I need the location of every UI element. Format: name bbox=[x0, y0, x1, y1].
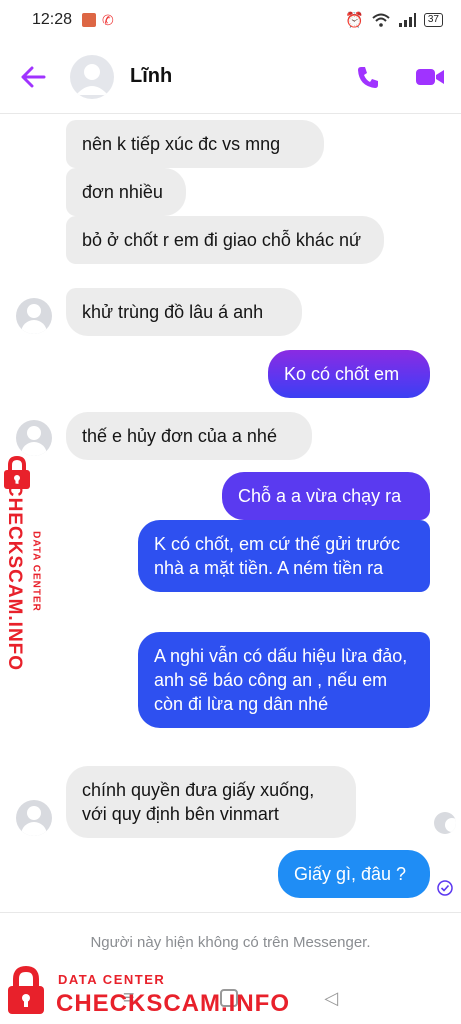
wifi-icon bbox=[372, 13, 390, 27]
message-incoming[interactable]: thế e hủy đơn của a nhé bbox=[66, 412, 312, 460]
message-incoming[interactable]: chính quyền đưa giấy xuống, với quy định… bbox=[66, 766, 356, 838]
message-incoming[interactable]: khử trùng đồ lâu á anh bbox=[66, 288, 302, 336]
app-notification-icon bbox=[82, 13, 97, 27]
watermark-line2: CHECKSCAM.INFO bbox=[4, 482, 25, 672]
watermark-line1: DATA CENTER bbox=[30, 531, 42, 612]
back-arrow-icon bbox=[21, 66, 46, 87]
watermark-side: DATA CENTER CHECKSCAM.INFO bbox=[2, 456, 48, 676]
message-outgoing[interactable]: A nghi vẫn có dấu hiệu lừa đảo, anh sẽ b… bbox=[138, 632, 430, 728]
seen-check-icon bbox=[437, 880, 453, 896]
notice-text: Người này hiện không có trên Messenger. bbox=[90, 934, 371, 951]
signal-icon bbox=[398, 13, 416, 27]
unavailable-notice: Người này hiện không có trên Messenger. bbox=[0, 912, 461, 972]
contact-avatar[interactable] bbox=[70, 54, 114, 99]
video-icon[interactable] bbox=[415, 66, 445, 88]
watermark-bottom: DATA CENTER CHECKSCAM.INFO bbox=[6, 964, 296, 1024]
sender-avatar bbox=[16, 800, 52, 836]
conversation-header: Lĩnh bbox=[0, 40, 461, 114]
missed-call-icon: ✆ bbox=[102, 11, 114, 28]
battery-indicator: 37 bbox=[423, 13, 443, 27]
watermark-line2: CHECKSCAM.INFO bbox=[56, 990, 290, 1017]
watermark-line1: DATA CENTER bbox=[58, 972, 166, 987]
contact-name[interactable]: Lĩnh bbox=[130, 65, 172, 88]
message-incoming[interactable]: bỏ ở chốt r em đi giao chỗ khác nứ bbox=[66, 216, 384, 264]
alarm-icon: ⏰ bbox=[345, 12, 364, 29]
message-outgoing[interactable]: Chỗ a a vừa chạy ra bbox=[222, 472, 430, 520]
sender-avatar bbox=[16, 420, 52, 456]
status-bar: 12:28 ✆ ⏰ 37 bbox=[0, 0, 461, 40]
read-receipt-avatar bbox=[434, 812, 456, 834]
back-button[interactable] bbox=[16, 60, 50, 94]
message-list[interactable]: nên k tiếp xúc đc vs mng đơn nhiều bỏ ở … bbox=[0, 114, 461, 910]
back-nav-icon[interactable]: ◁ bbox=[324, 988, 338, 1009]
message-incoming[interactable]: nên k tiếp xúc đc vs mng bbox=[66, 120, 324, 168]
message-incoming[interactable]: đơn nhiều bbox=[66, 168, 186, 216]
status-time: 12:28 bbox=[32, 11, 73, 28]
lock-icon bbox=[8, 966, 44, 1014]
message-outgoing[interactable]: Giấy gì, đâu ? bbox=[278, 850, 430, 898]
message-outgoing[interactable]: K có chốt, em cứ thế gửi trước nhà a mặt… bbox=[138, 520, 430, 592]
phone-icon[interactable] bbox=[355, 64, 381, 90]
sender-avatar bbox=[16, 298, 52, 334]
message-outgoing[interactable]: Ko có chốt em bbox=[268, 350, 430, 398]
